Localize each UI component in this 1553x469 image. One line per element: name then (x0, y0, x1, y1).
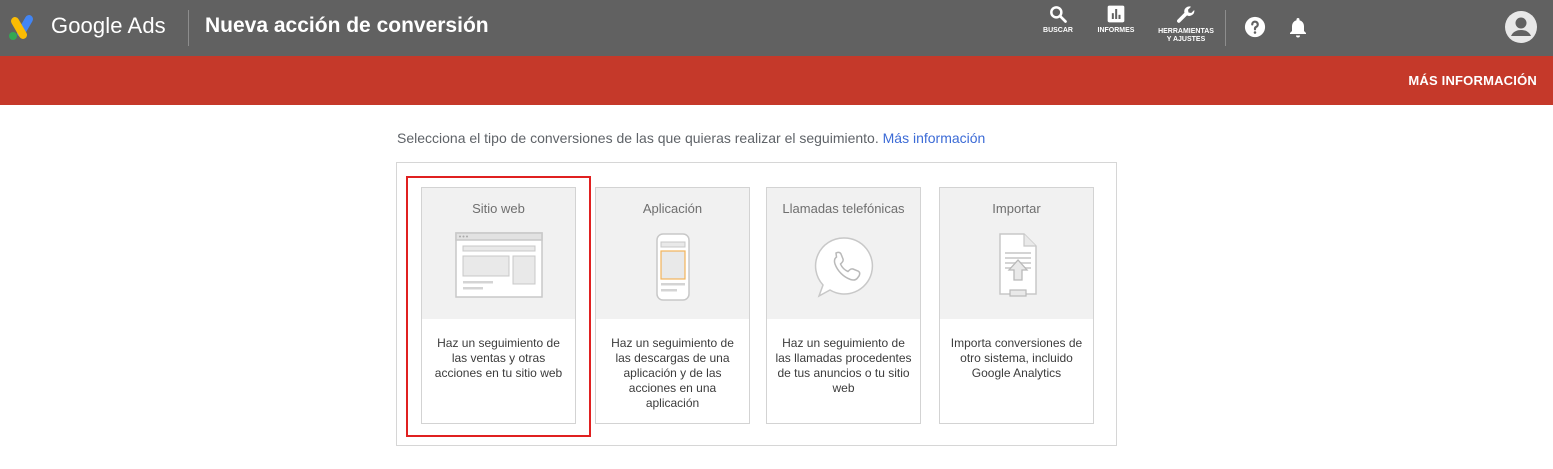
card-title: Importar (992, 201, 1041, 216)
more-info-link[interactable]: Más información (883, 130, 986, 146)
card-title: Aplicación (642, 201, 703, 216)
card-description: Importa conversiones de otro sistema, in… (950, 336, 1083, 380)
card-description: Haz un seguimiento de las ventas y otras… (434, 336, 563, 380)
website-illustration-icon (454, 232, 543, 298)
mobile-app-illustration-icon (655, 233, 690, 301)
conversion-type-card-website[interactable]: Sitio web Haz un seguimiento de las vent… (421, 187, 576, 424)
tools-and-settings-button[interactable]: HERRAMIENTAS Y AJUSTES (1153, 4, 1219, 44)
search-label: BUSCAR (1043, 27, 1073, 34)
reports-button[interactable]: INFORMES (1091, 4, 1141, 35)
page-title: Nueva acción de conversión (205, 14, 489, 37)
card-description: Haz un seguimiento de las llamadas proce… (775, 336, 912, 395)
conversion-type-card-app[interactable]: Aplicación Haz un seguimiento de las des… (595, 187, 750, 424)
help-icon[interactable] (1244, 16, 1266, 38)
tools-label-line2: Y AJUSTES (1166, 36, 1206, 43)
google-ads-logo-icon[interactable] (8, 13, 38, 41)
promo-banner: MÁS INFORMACIÓN (0, 56, 1553, 105)
tools-label-line1: HERRAMIENTAS (1158, 28, 1214, 35)
import-file-illustration-icon (998, 233, 1037, 297)
account-avatar-icon[interactable] (1505, 11, 1537, 43)
top-app-bar: Google Ads Nueva acción de conversión BU… (0, 0, 1553, 56)
card-title: Sitio web (472, 201, 525, 216)
card-description: Haz un seguimiento de las descargas de u… (611, 336, 734, 410)
wrench-icon (1177, 6, 1195, 23)
more-info-banner-link[interactable]: MÁS INFORMACIÓN (1408, 73, 1537, 88)
brand-name[interactable]: Google Ads (51, 13, 166, 39)
phone-call-illustration-icon (814, 237, 873, 298)
intro-text-body: Selecciona el tipo de conversiones de la… (397, 130, 879, 146)
tools-divider (1225, 10, 1226, 46)
conversion-type-card-import[interactable]: Importar Importa conversiones de otro si… (939, 187, 1094, 424)
reports-icon (1107, 5, 1125, 23)
intro-text: Selecciona el tipo de conversiones de la… (397, 130, 985, 146)
header-divider (188, 10, 189, 46)
search-button[interactable]: BUSCAR (1038, 4, 1078, 35)
search-icon (1050, 6, 1067, 23)
conversion-type-card-phone-calls[interactable]: Llamadas telefónicas Haz un seguimiento … (766, 187, 921, 424)
reports-label: INFORMES (1097, 27, 1135, 34)
bell-icon[interactable] (1288, 16, 1308, 38)
card-title: Llamadas telefónicas (782, 201, 905, 216)
